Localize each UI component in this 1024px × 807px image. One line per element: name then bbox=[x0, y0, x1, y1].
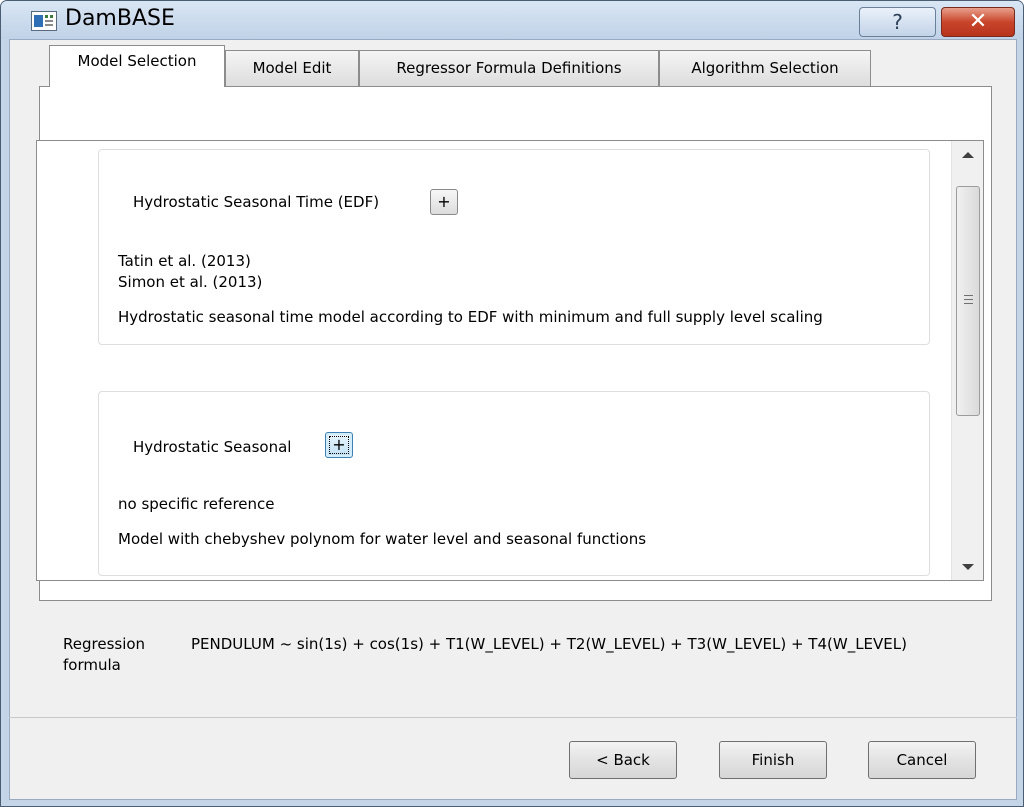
regression-formula-label: Regression formula bbox=[63, 635, 146, 674]
tab-algorithm-selection[interactable]: Algorithm Selection bbox=[659, 50, 871, 87]
regression-formula-value: PENDULUM ~ sin(1s) + cos(1s) + T1(W_LEVE… bbox=[191, 635, 907, 653]
back-button[interactable]: < Back bbox=[569, 741, 677, 779]
model-card: Hydrostatic Seasonal + no specific refer… bbox=[98, 391, 930, 576]
model-reference: Tatin et al. (2013) bbox=[118, 252, 251, 270]
add-model-button[interactable]: + bbox=[325, 432, 353, 458]
model-reference: no specific reference bbox=[118, 495, 275, 513]
model-reference: Simon et al. (2013) bbox=[118, 273, 263, 291]
scrollbar-thumb[interactable] bbox=[956, 186, 980, 416]
model-description: Model with chebyshev polynom for water l… bbox=[118, 530, 647, 548]
tab-regressor-formula-definitions[interactable]: Regressor Formula Definitions bbox=[359, 50, 659, 87]
model-name: Hydrostatic Seasonal Time (EDF) bbox=[133, 193, 380, 211]
add-model-button[interactable]: + bbox=[430, 189, 458, 215]
add-model-button-label: + bbox=[332, 435, 346, 454]
dambase-window: DamBASE ? ✕ Model Selection Model Edit R… bbox=[0, 0, 1024, 807]
app-icon bbox=[31, 11, 57, 31]
model-list-scroll-area[interactable]: Hydrostatic Seasonal Time (EDF) + Tatin … bbox=[36, 140, 984, 581]
tab-model-selection[interactable]: Model Selection bbox=[49, 45, 225, 87]
scroll-up-arrow-icon[interactable] bbox=[962, 152, 974, 158]
finish-button[interactable]: Finish bbox=[719, 741, 827, 779]
grip-line bbox=[964, 303, 973, 304]
cancel-button[interactable]: Cancel bbox=[868, 741, 976, 779]
scroll-down-arrow-icon[interactable] bbox=[962, 564, 974, 570]
model-card: Hydrostatic Seasonal Time (EDF) + Tatin … bbox=[98, 149, 930, 345]
close-button[interactable]: ✕ bbox=[941, 7, 1015, 37]
tab-model-edit[interactable]: Model Edit bbox=[225, 50, 359, 87]
vertical-scrollbar[interactable] bbox=[951, 141, 983, 580]
help-button[interactable]: ? bbox=[859, 7, 936, 37]
model-name: Hydrostatic Seasonal bbox=[133, 438, 292, 456]
title-bar[interactable]: DamBASE ? ✕ bbox=[1, 1, 1023, 39]
grip-line bbox=[964, 295, 973, 296]
model-description: Hydrostatic seasonal time model accordin… bbox=[118, 308, 823, 326]
window-title: DamBASE bbox=[65, 6, 175, 31]
button-footer bbox=[10, 718, 1016, 799]
grip-line bbox=[964, 299, 973, 300]
